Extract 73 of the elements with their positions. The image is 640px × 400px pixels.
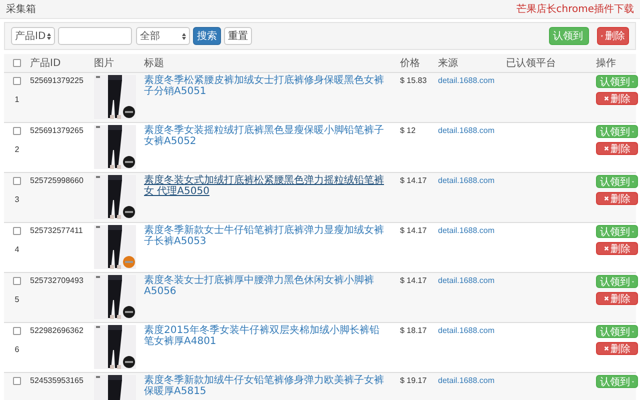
row-checkbox[interactable] [13,377,21,385]
search-field[interactable] [58,27,132,45]
claim-dropdown-button[interactable]: 认领到 [596,325,638,338]
product-id: 522982696362 [30,326,84,335]
product-title-link[interactable]: 素度2015年冬季女装牛仔裤双层夹棉加绒小脚长裤铅笔女裤厚A4801 [144,325,384,347]
source-link[interactable]: detail.1688.com [438,76,494,85]
claim-dropdown-button[interactable]: 认领到 [596,375,638,388]
price: $ 18.17 [400,326,427,335]
delete-button[interactable]: 删除 [596,292,638,305]
source-link[interactable]: detail.1688.com [438,276,494,285]
claim-dropdown-button[interactable]: 认领到 [596,225,638,238]
price: $ 15.83 [400,76,427,85]
product-id: 525732709493 [30,276,84,285]
updown-icon [182,32,186,40]
price: $ 14.17 [400,276,427,285]
search-button[interactable]: 搜索 [193,27,221,45]
row-checkbox[interactable] [13,77,21,85]
product-id: 525691379265 [30,126,84,135]
delete-button[interactable]: 删除 [596,342,638,355]
claim-dropdown-button[interactable]: 认领到 [596,275,638,288]
column-header: 产品ID [30,58,61,69]
claim-dropdown-button[interactable]: 认领到 [549,27,589,45]
product-title-link[interactable]: 素度冬装女士打底裤厚中腰弹力黑色休闲女裤小脚裤A5056 [144,275,384,297]
product-id: 525725998660 [30,176,84,185]
select-all-checkbox[interactable] [13,59,21,67]
page-title: 采集箱 [6,2,36,16]
row-checkbox[interactable] [13,277,21,285]
price: $ 12 [400,126,416,135]
price: $ 14.17 [400,226,427,235]
row-checkbox[interactable] [13,177,21,185]
updown-icon [47,32,51,40]
row-checkbox[interactable] [13,327,21,335]
plugin-download-link[interactable]: 芒果店长chrome插件下载 [516,2,634,16]
delete-button[interactable]: 删除 [596,92,638,105]
product-title-link[interactable]: 素度冬季松紧腰皮裤加绒女士打底裤修身保暖黑色女裤子分销A5051 [144,75,384,97]
row-checkbox[interactable] [13,227,21,235]
product-id: 524535953165 [30,376,84,385]
row-number: 2 [14,145,20,154]
product-id: 525691379225 [30,76,84,85]
column-header: 来源 [438,58,458,69]
column-header: 已认领平台 [506,58,556,69]
source-link[interactable]: detail.1688.com [438,226,494,235]
price: $ 19.17 [400,376,427,385]
source-link[interactable]: detail.1688.com [438,376,494,385]
row-number: 4 [14,245,20,254]
row-number: 3 [14,195,20,204]
row-number: 5 [14,295,20,304]
field-select[interactable]: 产品ID [11,27,55,45]
filter-select[interactable]: 全部 [136,27,190,45]
column-header: 标题 [144,58,164,69]
claim-dropdown-button[interactable]: 认领到 [596,75,638,88]
reset-button[interactable]: 重置 [224,27,252,45]
row-number: 1 [14,95,20,104]
column-header: 价格 [400,58,420,69]
delete-button[interactable]: 删除 [596,242,638,255]
product-title-link[interactable]: 素度冬季女装摇粒绒打底裤黑色显瘦保暖小脚铅笔裤子女裤A5052 [144,125,384,147]
product-title-link[interactable]: 素度冬装女式加绒打底裤松紧腰黑色弹力摇粒绒铅笔裤女 代理A5050 [144,175,384,197]
delete-button[interactable]: 删除 [597,27,629,45]
delete-button[interactable]: 删除 [596,192,638,205]
row-number: 6 [14,345,20,354]
price: $ 14.17 [400,176,427,185]
claim-dropdown-button[interactable]: 认领到 [596,125,638,138]
column-header: 图片 [94,58,114,69]
claim-dropdown-button[interactable]: 认领到 [596,175,638,188]
product-title-link[interactable]: 素度冬季新款加绒牛仔女铅笔裤修身弹力欧美裤子女裤保暖厚A5815 [144,375,384,397]
source-link[interactable]: detail.1688.com [438,326,494,335]
row-checkbox[interactable] [13,127,21,135]
delete-button[interactable]: 删除 [596,142,638,155]
source-link[interactable]: detail.1688.com [438,176,494,185]
column-header: 操作 [596,58,616,69]
source-link[interactable]: detail.1688.com [438,126,494,135]
product-title-link[interactable]: 素度冬季新款女士牛仔铅笔裤打底裤弹力显瘦加绒女裤子长裤A5053 [144,225,384,247]
product-id: 525732577411 [30,226,83,235]
